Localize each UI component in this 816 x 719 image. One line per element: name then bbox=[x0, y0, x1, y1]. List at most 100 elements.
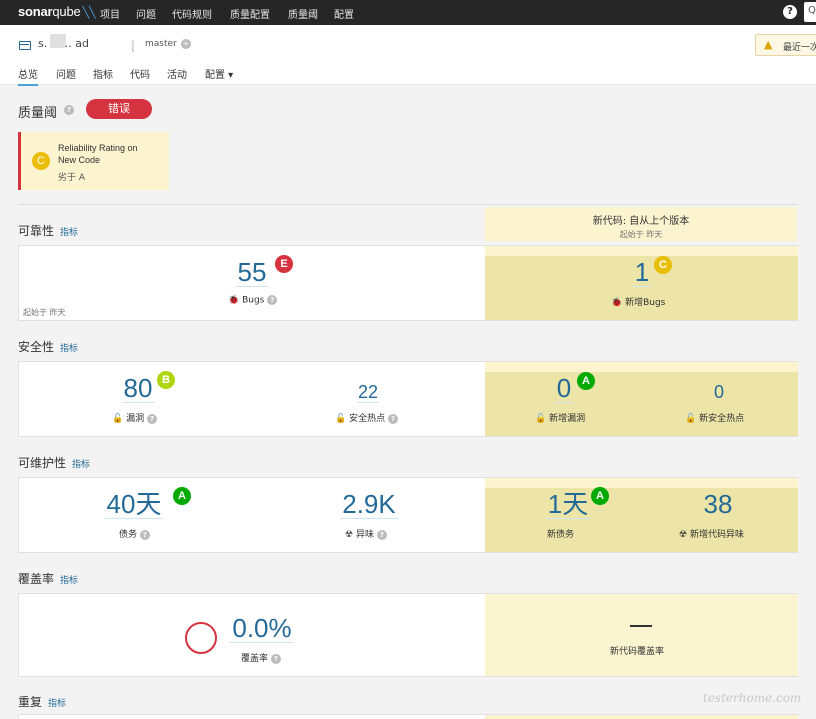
logo-wave-icon: ╲╲ bbox=[82, 7, 96, 19]
security-panel: 80 B 🔓 漏洞 ? 22 🔓 安全热点 ? 0 A 🔓 新增漏洞 0 🔓 新… bbox=[18, 361, 798, 437]
new-hotspots-value[interactable]: 0 bbox=[714, 382, 724, 402]
redacted-area bbox=[50, 34, 66, 48]
section-security-title: 安全性 指标 bbox=[18, 340, 79, 354]
new-bugs-value[interactable]: 1 bbox=[632, 258, 652, 287]
sonarqube-logo[interactable]: sonarqube ╲╲ bbox=[18, 4, 96, 19]
bugs-label: 🐞 Bugs ? bbox=[228, 295, 278, 306]
section-duplications-title: 重复 指标 bbox=[18, 695, 67, 709]
vulnerabilities-label: 🔓 漏洞 ? bbox=[112, 411, 157, 424]
reliability-panel: 55 E 🐞 Bugs ? 起始于 昨天 1 C 🐞 新增Bugs bbox=[18, 245, 798, 321]
project-header: s. ... .. ad ⸾ master + ▲ 最近一次 总览 问题 指标 … bbox=[0, 25, 816, 86]
divider bbox=[18, 204, 798, 205]
maintainability-panel: 40天 A 债务 ? 2.9K ☢ 异味 ? 1天 A 新债务 38 ☢ 新增代… bbox=[18, 477, 798, 553]
new-code-since: 起始于 昨天 bbox=[619, 230, 663, 239]
tab-overview[interactable]: 总览 bbox=[18, 66, 38, 86]
nav-issues[interactable]: 问题 bbox=[136, 6, 156, 21]
since-label: 起始于 昨天 bbox=[23, 308, 66, 317]
new-debt-label: 新债务 bbox=[547, 530, 575, 540]
duplications-measures-link[interactable]: 指标 bbox=[48, 699, 66, 709]
quality-gate-status-badge: 错误 bbox=[86, 99, 152, 119]
branch-info-icon[interactable]: + bbox=[181, 39, 191, 49]
help-icon[interactable]: ? bbox=[387, 413, 398, 424]
rating-badge: C bbox=[32, 152, 50, 170]
new-code-area bbox=[485, 478, 798, 552]
new-debt-rating-badge[interactable]: A bbox=[591, 487, 609, 505]
search-input[interactable]: Q bbox=[804, 2, 816, 22]
quality-gate-condition[interactable]: C Reliability Rating on New Code 劣于 A bbox=[18, 132, 169, 190]
tab-measures[interactable]: 指标 bbox=[93, 66, 113, 81]
new-coverage-value bbox=[630, 625, 652, 627]
nav-rules[interactable]: 代码规则 bbox=[172, 6, 212, 21]
debt-rating-badge[interactable]: A bbox=[173, 487, 191, 505]
watermark: testerhome.com bbox=[703, 691, 802, 705]
lock-icon: 🔓 bbox=[535, 414, 547, 424]
hotspots-label: 🔓 安全热点 ? bbox=[335, 411, 398, 424]
project-icon bbox=[19, 41, 31, 50]
coverage-panel: 0.0% 覆盖率 ? 新代码覆盖率 bbox=[18, 593, 798, 677]
vulnerabilities-value[interactable]: 80 bbox=[121, 374, 155, 403]
help-icon[interactable]: ? bbox=[146, 413, 157, 424]
section-coverage-title: 覆盖率 指标 bbox=[18, 572, 79, 586]
branch-name[interactable]: master bbox=[145, 39, 177, 49]
maintainability-measures-link[interactable]: 指标 bbox=[72, 460, 90, 470]
nav-quality-profiles[interactable]: 质量配置 bbox=[230, 6, 270, 21]
branch-icon: ⸾ bbox=[131, 41, 135, 52]
vulnerabilities-rating-badge[interactable]: B bbox=[157, 371, 175, 389]
tab-issues[interactable]: 问题 bbox=[56, 66, 76, 81]
new-code-smells-label: ☢ 新增代码异味 bbox=[679, 530, 744, 540]
warning-icon: ▲ bbox=[764, 38, 773, 51]
debt-label: 债务 ? bbox=[119, 527, 150, 540]
search-icon: Q bbox=[808, 5, 816, 16]
condition-threshold: 劣于 A bbox=[58, 173, 86, 183]
debt-value[interactable]: 40天 bbox=[104, 490, 164, 519]
radiation-icon: ☢ bbox=[345, 530, 354, 540]
new-code-title: 新代码: 自从上个版本 bbox=[592, 216, 690, 227]
section-maintainability-title: 可维护性 指标 bbox=[18, 456, 91, 470]
section-reliability-title: 可靠性 指标 bbox=[18, 224, 79, 238]
new-vulnerabilities-label: 🔓 新增漏洞 bbox=[535, 414, 586, 424]
reliability-measures-link[interactable]: 指标 bbox=[60, 228, 78, 238]
new-code-smells-value[interactable]: 38 bbox=[702, 490, 735, 518]
help-icon[interactable]: ? bbox=[267, 295, 278, 305]
tab-code[interactable]: 代码 bbox=[130, 66, 150, 81]
new-bugs-rating-badge[interactable]: C bbox=[654, 256, 672, 274]
analysis-warning[interactable]: ▲ 最近一次 bbox=[755, 34, 816, 56]
coverage-label: 覆盖率 ? bbox=[241, 651, 281, 664]
lock-icon: 🔓 bbox=[685, 414, 697, 424]
code-smells-label: ☢ 异味 ? bbox=[345, 527, 387, 540]
nav-administration[interactable]: 配置 bbox=[334, 6, 354, 21]
new-vulnerabilities-rating-badge[interactable]: A bbox=[577, 372, 595, 390]
bugs-rating-badge[interactable]: E bbox=[275, 255, 293, 273]
bugs-value[interactable]: 55 bbox=[235, 258, 269, 287]
tab-activity[interactable]: 活动 bbox=[167, 66, 187, 81]
duplications-panel bbox=[18, 714, 798, 719]
nav-quality-gates[interactable]: 质量阈 bbox=[288, 6, 318, 21]
new-debt-value[interactable]: 1天 bbox=[545, 490, 591, 519]
radiation-icon: ☢ bbox=[679, 530, 688, 540]
condition-metric: Reliability Rating on New Code bbox=[58, 143, 138, 165]
coverage-measures-link[interactable]: 指标 bbox=[60, 576, 78, 586]
tab-administration[interactable]: 配置 ▾ bbox=[205, 66, 233, 81]
new-hotspots-label: 🔓 新安全热点 bbox=[685, 414, 745, 424]
top-navbar: sonarqube ╲╲ 项目 问题 代码规则 质量配置 质量阈 配置 ? Q bbox=[0, 0, 816, 25]
help-icon[interactable]: ? bbox=[139, 529, 150, 540]
nav-projects[interactable]: 项目 bbox=[100, 6, 120, 21]
new-vulnerabilities-value[interactable]: 0 bbox=[554, 374, 574, 403]
lock-icon: 🔓 bbox=[335, 414, 347, 424]
help-icon[interactable]: ? bbox=[376, 529, 387, 540]
help-icon[interactable]: ? bbox=[783, 5, 797, 19]
help-icon[interactable]: ? bbox=[64, 105, 74, 115]
new-coverage-label: 新代码覆盖率 bbox=[610, 647, 665, 657]
quality-gate-title: 质量阈 bbox=[18, 106, 58, 121]
new-code-period-header: 新代码: 自从上个版本 起始于 昨天 bbox=[485, 207, 797, 241]
new-code-area bbox=[485, 594, 798, 676]
coverage-donut bbox=[185, 622, 217, 654]
coverage-value[interactable]: 0.0% bbox=[230, 614, 294, 643]
bug-icon: 🐞 bbox=[611, 298, 623, 308]
code-smells-value[interactable]: 2.9K bbox=[340, 490, 398, 519]
help-icon[interactable]: ? bbox=[270, 653, 281, 664]
new-bugs-label: 🐞 新增Bugs bbox=[611, 298, 666, 308]
lock-icon: 🔓 bbox=[112, 414, 124, 424]
security-measures-link[interactable]: 指标 bbox=[60, 344, 78, 354]
hotspots-value[interactable]: 22 bbox=[357, 382, 379, 403]
